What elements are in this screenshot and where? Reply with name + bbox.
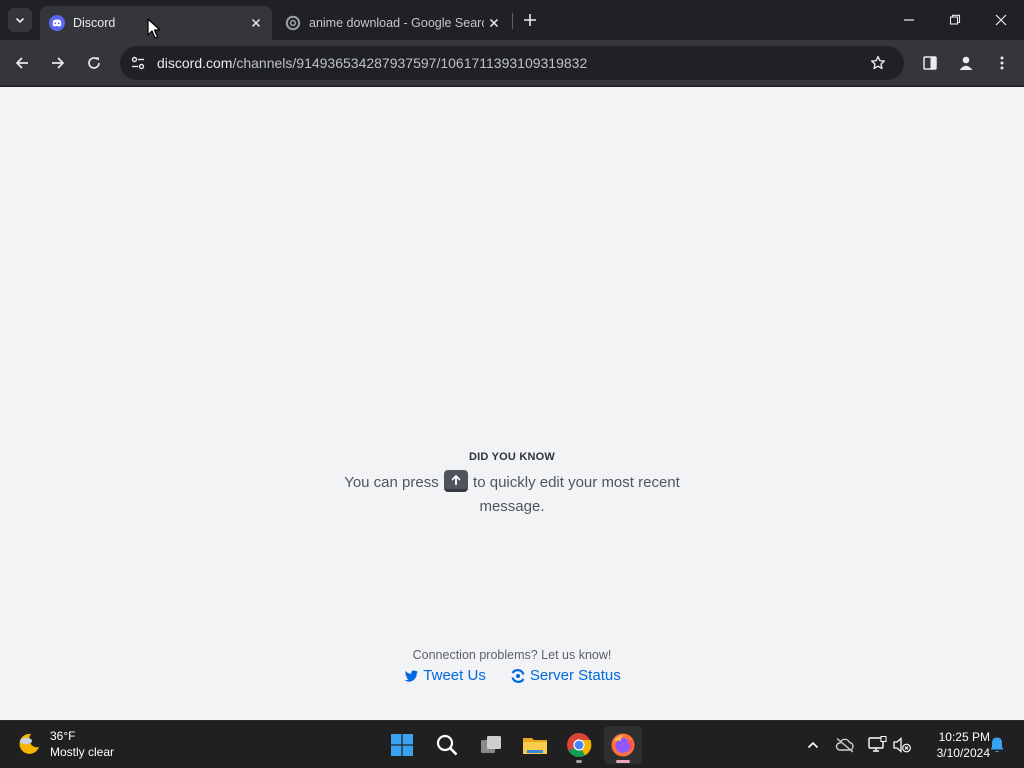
mouse-cursor-icon bbox=[147, 18, 161, 39]
running-indicator bbox=[576, 760, 582, 763]
browser-toolbar: discord.com/channels/914936534287937597/… bbox=[0, 40, 1024, 86]
arrow-up-key bbox=[443, 470, 468, 493]
search-icon bbox=[436, 734, 458, 756]
task-view-button[interactable] bbox=[472, 726, 510, 764]
close-tab-button[interactable] bbox=[484, 13, 504, 33]
tip-text-before: You can press bbox=[344, 474, 439, 491]
more-vertical-icon bbox=[1000, 56, 1004, 70]
reload-icon bbox=[88, 57, 100, 69]
volume-button[interactable] bbox=[890, 733, 914, 757]
connection-help: Connection problems? Let us know! Tweet … bbox=[312, 648, 712, 684]
profile-icon bbox=[959, 56, 973, 70]
taskbar-search-button[interactable] bbox=[428, 726, 466, 764]
task-view-icon bbox=[481, 736, 501, 753]
forward-button[interactable] bbox=[46, 51, 70, 75]
moon-cloud-icon bbox=[19, 733, 39, 754]
firefox-button[interactable] bbox=[604, 726, 642, 764]
google-search-icon bbox=[285, 15, 301, 31]
weather-text: 36°F Mostly clear bbox=[50, 729, 114, 759]
bell-icon bbox=[990, 737, 1004, 753]
tune-icon bbox=[131, 56, 145, 70]
file-explorer-button[interactable] bbox=[516, 726, 554, 764]
restore-button[interactable] bbox=[932, 0, 978, 40]
chevron-up-icon bbox=[807, 741, 819, 749]
plus-icon bbox=[524, 14, 536, 26]
close-icon bbox=[995, 14, 1007, 26]
weather-condition: Mostly clear bbox=[50, 745, 115, 759]
discord-logo-icon bbox=[49, 15, 65, 31]
firefox-icon bbox=[611, 733, 635, 757]
connection-problems-text: Connection problems? Let us know! bbox=[412, 648, 612, 662]
server-status-label: Server Status bbox=[529, 667, 621, 684]
show-hidden-icons-button[interactable] bbox=[801, 733, 825, 757]
windows-taskbar: 36°F Mostly clear 10:25 PM 3/10/2024 bbox=[0, 720, 1024, 768]
windows-logo-icon bbox=[391, 734, 413, 756]
arrow-right-icon bbox=[52, 57, 65, 69]
chrome-button[interactable] bbox=[560, 726, 598, 764]
tip-heading: DID YOU KNOW bbox=[469, 451, 555, 463]
arrow-left-icon bbox=[15, 57, 28, 69]
site-info-button[interactable] bbox=[126, 51, 150, 75]
tab-title: anime download - Google Search bbox=[309, 16, 484, 30]
weather-widget[interactable]: 36°F Mostly clear bbox=[16, 729, 114, 759]
onedrive-button[interactable] bbox=[833, 733, 857, 757]
browser-menu-button[interactable] bbox=[990, 51, 1014, 75]
url-text: discord.com/channels/914936534287937597/… bbox=[157, 55, 587, 71]
close-icon bbox=[489, 18, 499, 28]
status-sync-icon bbox=[511, 668, 525, 683]
close-tab-button[interactable] bbox=[246, 13, 266, 33]
twitter-bird-icon bbox=[404, 669, 419, 682]
cloud-off-icon bbox=[835, 737, 854, 753]
new-tab-button[interactable] bbox=[519, 9, 541, 31]
restore-icon bbox=[949, 14, 961, 25]
tab-separator bbox=[512, 13, 513, 29]
address-bar[interactable]: discord.com/channels/914936534287937597/… bbox=[120, 46, 904, 80]
minimize-icon bbox=[904, 19, 914, 21]
tip-text: You can press to quickly edit your most … bbox=[312, 470, 712, 519]
discord-loading-screen: DID YOU KNOW You can press to quickly ed… bbox=[0, 87, 1024, 720]
did-you-know-tip: DID YOU KNOW You can press to quickly ed… bbox=[312, 451, 712, 519]
weather-temperature: 36°F bbox=[50, 729, 76, 743]
tab-google-search[interactable]: anime download - Google Search bbox=[276, 6, 510, 40]
server-status-link[interactable]: Server Status bbox=[510, 667, 621, 684]
clock[interactable]: 10:25 PM 3/10/2024 bbox=[918, 729, 990, 761]
chevron-down-icon bbox=[15, 17, 25, 24]
close-window-button[interactable] bbox=[978, 0, 1024, 40]
url-host: discord.com bbox=[157, 55, 233, 71]
tab-search-button[interactable] bbox=[8, 8, 32, 32]
profile-button[interactable] bbox=[954, 51, 978, 75]
connection-links: Tweet Us Server Status bbox=[312, 667, 712, 684]
arrow-up-icon bbox=[451, 474, 461, 486]
close-icon bbox=[251, 18, 261, 28]
url-path: /channels/914936534287937597/10617113931… bbox=[232, 55, 588, 71]
side-panel-button[interactable] bbox=[918, 51, 942, 75]
tweet-us-label: Tweet Us bbox=[423, 667, 486, 684]
clock-date: 3/10/2024 bbox=[936, 746, 990, 760]
side-panel-icon bbox=[923, 56, 937, 70]
notifications-button[interactable] bbox=[985, 733, 1009, 757]
volume-muted-icon bbox=[893, 737, 911, 753]
clock-time: 10:25 PM bbox=[938, 730, 990, 744]
active-indicator bbox=[616, 760, 630, 763]
start-button[interactable] bbox=[383, 726, 421, 764]
minimize-button[interactable] bbox=[886, 0, 932, 40]
back-button[interactable] bbox=[10, 51, 34, 75]
star-icon bbox=[871, 55, 885, 70]
chrome-icon bbox=[567, 733, 592, 758]
tweet-us-link[interactable]: Tweet Us bbox=[403, 667, 486, 684]
network-button[interactable] bbox=[865, 733, 889, 757]
file-explorer-icon bbox=[523, 738, 547, 754]
reload-button[interactable] bbox=[82, 51, 106, 75]
tip-text-after: to quickly edit your most recent message… bbox=[473, 474, 680, 515]
network-icon bbox=[868, 736, 887, 752]
bookmark-button[interactable] bbox=[866, 51, 890, 75]
